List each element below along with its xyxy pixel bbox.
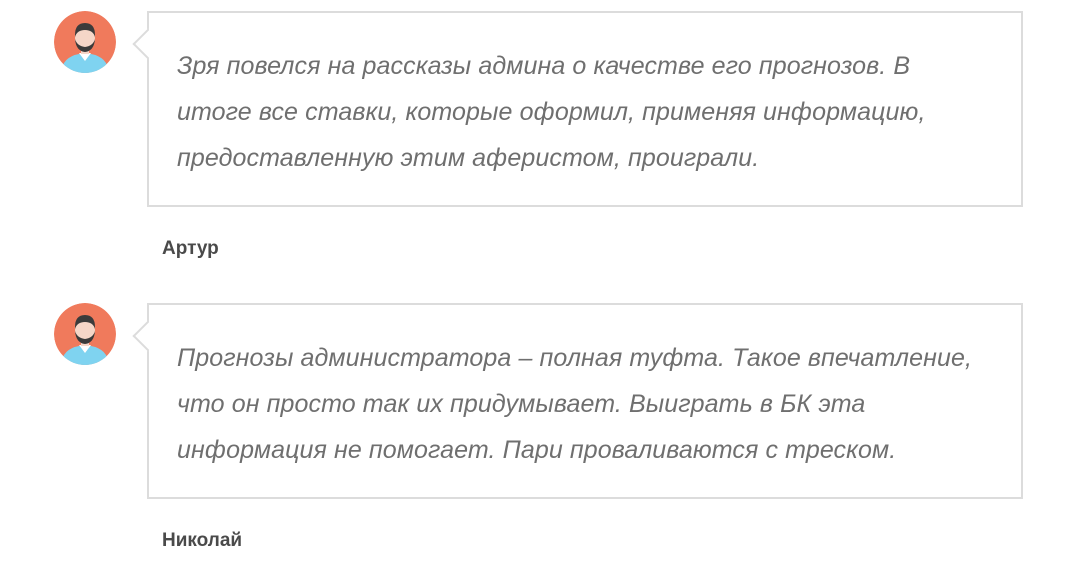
- review-text: Прогнозы администратора – полная туфта. …: [177, 344, 973, 464]
- user-avatar-icon: [54, 303, 116, 365]
- user-avatar-icon: [54, 11, 116, 73]
- review-author: Николай: [162, 530, 243, 551]
- review-author: Артур: [162, 238, 219, 259]
- review-bubble: Зря повелся на рассказы админа о качеств…: [132, 11, 1023, 207]
- review-bubble: Прогнозы администратора – полная туфта. …: [132, 303, 1023, 499]
- review-text: Зря повелся на рассказы админа о качеств…: [177, 52, 926, 172]
